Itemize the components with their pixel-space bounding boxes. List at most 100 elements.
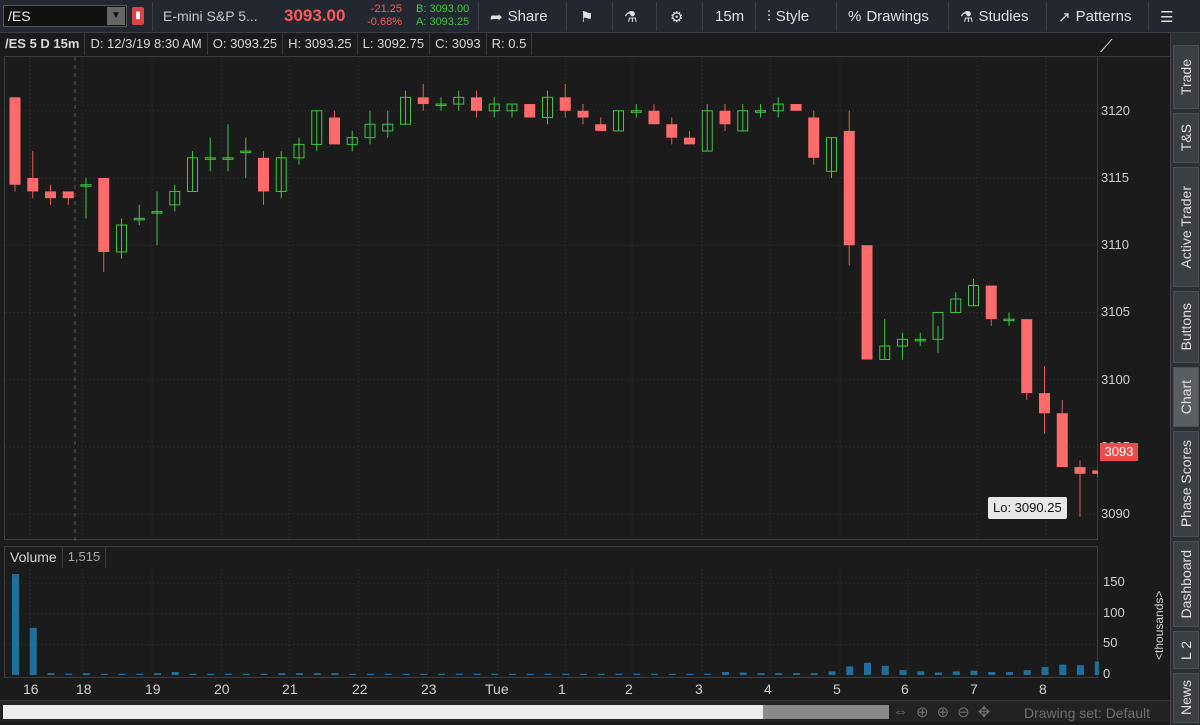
flask-button[interactable]: ⚗: [624, 4, 637, 29]
date-tick-label: 21: [282, 681, 298, 697]
candle: [471, 90, 482, 118]
candle: [701, 104, 713, 152]
zoom-out-icon[interactable]: ⊖: [957, 703, 970, 721]
separator: [656, 2, 657, 31]
settings-button[interactable]: ⚙: [670, 4, 683, 29]
expand-icon[interactable]: ⇔: [893, 703, 908, 721]
separator: [1046, 2, 1047, 31]
volume-bar: [438, 673, 445, 675]
volume-tick-label: 150: [1103, 574, 1125, 590]
candle: [719, 104, 731, 131]
volume-bar: [810, 673, 818, 675]
menu-icon: ☰: [1160, 8, 1174, 26]
date-axis[interactable]: 16 18 19 20 21 22 23 Tue 1 2 3 4 5 6 7 8: [4, 678, 1098, 700]
tab-buttons[interactable]: Buttons: [1173, 291, 1199, 363]
volume-bar: [562, 673, 570, 675]
volume-units: <thousands>: [1152, 590, 1166, 660]
candle: [1003, 312, 1015, 326]
scroll-track[interactable]: [3, 705, 886, 719]
crosshair-icon[interactable]: ⊕: [916, 703, 929, 721]
volume-bar: [793, 673, 800, 675]
date-tick-label: 23: [421, 681, 437, 697]
volume-bar: [260, 673, 268, 675]
volume-bar: [864, 662, 871, 675]
drawings-button[interactable]: % Drawings: [848, 4, 929, 29]
volume-bar: [47, 673, 55, 675]
volume-bar: [757, 673, 765, 675]
instrument-description: E-mini S&P 5...: [163, 8, 258, 24]
symbol-dropdown-icon[interactable]: ▼: [107, 7, 125, 25]
volume-bar: [349, 673, 357, 675]
candle: [240, 137, 252, 178]
candle: [488, 97, 500, 118]
tab-chart[interactable]: Chart: [1173, 367, 1199, 427]
menu-button[interactable]: ☰: [1160, 4, 1173, 29]
candle: [950, 292, 962, 313]
date-tick-label: 5: [833, 681, 841, 697]
tab-level-2[interactable]: L 2: [1173, 631, 1199, 669]
last-price: 3093.00: [284, 6, 346, 25]
volume-bar: [473, 673, 481, 675]
bar-open: O: 3093.25: [208, 33, 284, 55]
volume-bar: [1023, 670, 1031, 675]
bar-date: D: 12/3/19 8:30 AM: [85, 33, 208, 55]
price-axis[interactable]: ⟋ 3120311531103105310030953090: [1098, 36, 1170, 540]
tab-trade[interactable]: Trade: [1173, 45, 1199, 109]
volume-bar: [83, 673, 90, 675]
zoom-in-icon[interactable]: ⊕: [937, 703, 950, 721]
interval-button[interactable]: 15m: [715, 4, 744, 29]
tab-active-trader[interactable]: Active Trader: [1173, 167, 1199, 287]
share-button[interactable]: ➦ Share: [490, 4, 548, 29]
interval-label: 15m: [715, 8, 745, 25]
tab-news[interactable]: News: [1173, 673, 1199, 723]
style-button[interactable]: ⫶ Style: [767, 4, 809, 29]
scroll-thumb[interactable]: [763, 705, 889, 719]
studies-button[interactable]: ⚗ Studies: [960, 4, 1029, 29]
tab-dashboard[interactable]: Dashboard: [1173, 541, 1199, 627]
separator: [152, 2, 153, 31]
candle: [417, 83, 429, 111]
volume-bar: [367, 673, 374, 675]
volume-chart[interactable]: Volume 1,515: [4, 546, 1099, 679]
candle: [524, 104, 536, 118]
candle: [222, 124, 234, 172]
chart-scrollbar[interactable]: ⇔ ⊕ ⊕ ⊖ ✥ Drawing set: Default: [0, 700, 1170, 722]
drawing-set-label[interactable]: Drawing set: Default: [1024, 705, 1150, 721]
volume-bar: [704, 673, 712, 675]
date-tick-label: 2: [625, 681, 633, 697]
tab-time-and-sales[interactable]: T&S: [1173, 113, 1199, 163]
flag-button[interactable]: ⚑: [580, 4, 593, 29]
price-tick-label: 3100: [1101, 371, 1130, 387]
candle: [843, 110, 855, 266]
main-toolbar: /ES ▼ ▮ E-mini S&P 5... 3093.00 -21.25 -…: [0, 0, 1200, 33]
chart-symbol: /ES 5 D 15m: [0, 33, 86, 55]
separator: [702, 2, 703, 31]
volume-bar: [775, 673, 783, 675]
symbol-input[interactable]: /ES ▼: [3, 5, 127, 27]
autoscale-icon[interactable]: ⟋: [1100, 36, 1113, 57]
date-tick-label: 8: [1039, 681, 1047, 697]
candle: [346, 130, 358, 152]
volume-bar: [118, 673, 126, 675]
gear-icon: ⚙: [670, 8, 684, 26]
alert-flag-icon[interactable]: ▮: [132, 7, 144, 25]
candle: [453, 90, 465, 111]
volume-bar: [1006, 671, 1013, 675]
candle: [187, 151, 198, 192]
candle: [577, 104, 589, 125]
volume-bar: [722, 671, 729, 675]
zoom-controls: ⇔ ⊕ ⊕ ⊖ ✥: [893, 703, 990, 721]
candle: [329, 110, 340, 145]
candle: [258, 151, 269, 205]
volume-bar: [65, 673, 73, 675]
drag-icon[interactable]: ✥: [978, 703, 991, 721]
candle: [826, 137, 837, 178]
price-chart[interactable]: [4, 56, 1104, 541]
separator: [836, 2, 837, 31]
candle: [1039, 366, 1050, 434]
volume-tick-label: 50: [1103, 635, 1118, 651]
candle: [9, 97, 21, 192]
tab-phase-scores[interactable]: Phase Scores: [1173, 431, 1199, 537]
patterns-button[interactable]: ↗ Patterns: [1058, 4, 1131, 29]
volume-bar: [917, 671, 925, 675]
